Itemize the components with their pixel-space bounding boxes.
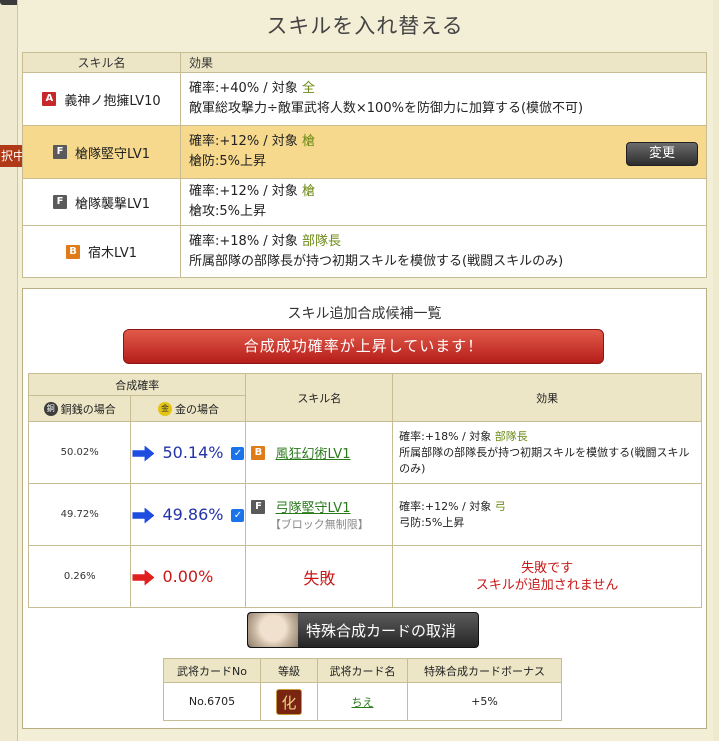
fail-label: 失敗 [245, 545, 394, 608]
gold-rate: 49.86% [162, 505, 224, 524]
arrow-right-icon [132, 569, 155, 586]
skill-effect-desc: 所属部隊の部隊長が持つ初期スキルを模倣する(戦闘スキルのみ) [189, 253, 564, 269]
header-gold: 金の場合 [174, 402, 219, 416]
copper-rate: 49.72% [27, 483, 132, 546]
arrow-right-icon [132, 445, 155, 462]
gold-coin-icon: 金 [157, 401, 172, 416]
rank-f-icon: F [251, 499, 266, 514]
fail-message-detail: スキルが追加されません [475, 577, 619, 593]
candidate-skill-link[interactable]: 弓隊堅守LV1 [275, 497, 350, 516]
header-card-name: 武将カード名 [317, 658, 408, 683]
arrow-right-icon [132, 507, 155, 524]
rank-f-icon: F [53, 145, 67, 159]
skill-name: 槍隊堅守LV1 [75, 146, 150, 162]
header-rate: 合成確率 [27, 373, 247, 396]
page-title: スキルを入れ替える [266, 14, 464, 38]
rank-a-icon: A [42, 92, 57, 106]
skill-row[interactable]: B 宿木LV1 確率:+18% / 対象 部隊長 所属部隊の部隊長が持つ初期スキ… [22, 225, 707, 278]
skill-effect-rate: 確率:+18% / 対象 [189, 233, 298, 249]
rank-b-icon: B [66, 244, 80, 259]
fail-row: 0.26% 0.00% 失敗 失敗です スキルが追加されません [27, 545, 702, 608]
candidate-panel-title: スキル追加合成候補一覧 [287, 306, 442, 322]
candidate-target: 部隊長 [494, 429, 528, 443]
skill-target: 槍 [301, 184, 315, 199]
change-button[interactable]: 変更 [626, 142, 698, 166]
candidate-effect-desc: 弓防:5%上昇 [399, 515, 465, 529]
grade-badge-icon: 化 [276, 688, 302, 715]
rank-f-icon: F [53, 195, 67, 209]
header-effect: 効果 [180, 52, 707, 73]
skill-effect-desc: 槍攻:5%上昇 [189, 204, 267, 219]
candidate-table: 合成確率 スキル名 効果 銅銅銭の場合 金金の場合 50.02% 50.14% ✓… [27, 373, 702, 608]
candidate-target: 弓 [494, 499, 506, 513]
rank-b-icon: B [251, 445, 266, 460]
card-name-link[interactable]: ちえ [352, 696, 374, 709]
candidate-row[interactable]: 50.02% 50.14% ✓ B 風狂幻術LV1 確率:+18% / 対象 部隊長… [27, 421, 702, 484]
skill-target: 槍 [301, 134, 315, 149]
candidate-skill-link[interactable]: 風狂幻術LV1 [275, 443, 350, 462]
candidate-checkbox[interactable]: ✓ [231, 509, 245, 522]
card-no: No.6705 [163, 682, 261, 721]
skill-name: 義神ノ抱擁LV10 [64, 93, 161, 109]
skill-name: 宿木LV1 [88, 246, 137, 261]
fail-gold-rate: 0.00% [162, 567, 214, 586]
skill-effect-rate: 確率:+12% / 対象 [189, 184, 298, 199]
candidate-row[interactable]: 49.72% 49.86% ✓ F 弓隊堅守LV1 【ブロック無制限】 確率:+12%… [27, 483, 702, 546]
blocked-label: 【ブロック無制限】 [269, 518, 369, 531]
candidate-checkbox[interactable]: ✓ [231, 447, 245, 460]
special-card-table: 武将カードNo 等級 武将カード名 特殊合成カードボーナス No.6705 化 … [163, 658, 562, 721]
card-bonus: +5% [407, 682, 562, 721]
skill-effect-desc: 槍防:5%上昇 [189, 154, 267, 169]
gold-rate: 50.14% [162, 443, 224, 462]
skill-effect-desc: 敵軍総攻撃力÷敵軍武将人数×100%を防御力に加算する(模倣不可) [189, 101, 584, 116]
fail-copper-rate: 0.26% [27, 545, 132, 608]
skill-target: 全 [301, 81, 315, 96]
candidate-effect-rate: 確率:+18% / 対象 [399, 429, 492, 443]
skill-row[interactable]: F 槍隊襲撃LV1 確率:+12% / 対象 槍 槍攻:5%上昇 [22, 178, 707, 226]
skill-effect-rate: 確率:+40% / 対象 [189, 81, 298, 96]
skill-name: 槍隊襲撃LV1 [75, 196, 150, 212]
candidate-effect-rate: 確率:+12% / 対象 [399, 499, 492, 513]
header-card-no: 武将カードNo [163, 658, 261, 683]
header-card-bonus: 特殊合成カードボーナス [407, 658, 562, 683]
current-skills-table: スキル名 効果 A 義神ノ抱擁LV10 確率:+40% / 対象 全 敵軍総攻撃… [22, 52, 707, 278]
header-grade: 等級 [260, 658, 318, 683]
candidate-panel: スキル追加合成候補一覧 合成成功確率が上昇しています！ 合成確率 スキル名 効果… [22, 288, 707, 729]
cancel-special-card-button[interactable]: 特殊合成カードの取消 [247, 612, 479, 648]
header-skill-name: スキル名 [22, 52, 181, 73]
character-portrait-icon [248, 613, 298, 647]
copper-rate: 50.02% [27, 421, 132, 484]
copper-coin-icon: 銅 [43, 401, 58, 416]
cancel-special-card-label: 特殊合成カードの取消 [306, 621, 457, 640]
header-copper: 銅銭の場合 [60, 402, 116, 416]
skill-effect-rate: 確率:+12% / 対象 [189, 134, 298, 149]
header-candidate-name: スキル名 [245, 373, 394, 422]
fail-message: 失敗です [521, 560, 574, 576]
header-candidate-effect: 効果 [392, 373, 702, 422]
skill-row[interactable]: A 義神ノ抱擁LV10 確率:+40% / 対象 全 敵軍総攻撃力÷敵軍武将人数… [22, 72, 707, 126]
skill-target: 部隊長 [301, 233, 341, 249]
skill-row-selected[interactable]: F 槍隊堅守LV1 確率:+12% / 対象 槍 槍防:5%上昇 変更 [22, 125, 707, 179]
candidate-effect-desc: 所属部隊の部隊長が持つ初期スキルを模倣する(戦闘スキルのみ) [399, 445, 690, 475]
success-rate-notice: 合成成功確率が上昇しています！ [123, 329, 604, 364]
